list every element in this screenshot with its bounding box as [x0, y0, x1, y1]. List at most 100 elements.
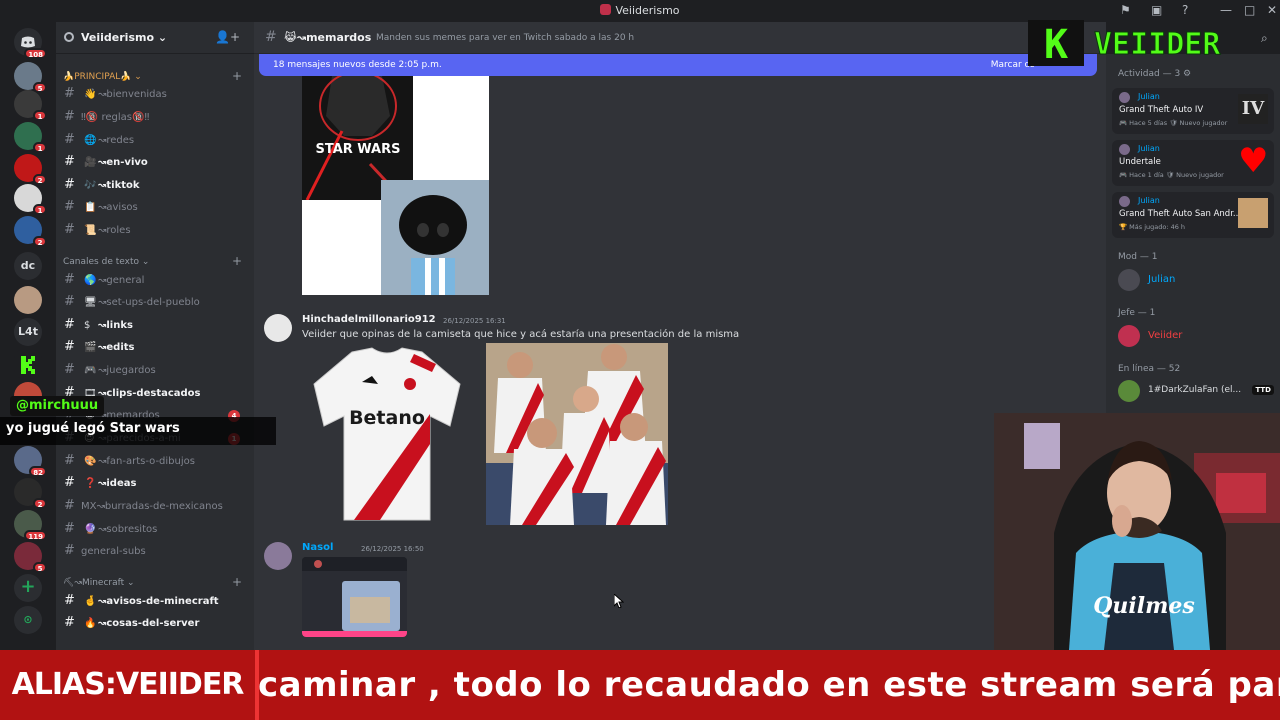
new-messages-banner[interactable]: 18 mensajes nuevos desde 2:05 p.m. Marca… — [259, 54, 1097, 76]
member-item[interactable]: 1#DarkZulaFan (el... TTD — [1118, 380, 1274, 402]
channel-emoji: 📜 — [84, 225, 97, 236]
star-wars-logo: STAR WARS — [315, 142, 400, 157]
hash-icon: # — [64, 615, 75, 630]
maximize-button[interactable]: □ — [1244, 3, 1255, 17]
add-channel-icon[interactable]: + — [232, 254, 242, 268]
chat-username: @mirchuuu — [10, 396, 105, 416]
member-item[interactable]: Julian — [1118, 269, 1274, 291]
hash-icon: # — [64, 86, 75, 101]
gta-iv-icon: IV — [1238, 94, 1268, 124]
explore-icon[interactable]: ⊙ — [14, 606, 42, 634]
server-icon[interactable]: 5 — [14, 542, 47, 573]
kick-server-icon[interactable] — [14, 350, 42, 378]
server-icon[interactable]: 1 — [14, 184, 47, 215]
channel-item[interactable]: # 🔥 ↝cosas-del-server — [62, 614, 246, 634]
kick-name: VEIIDER — [1094, 27, 1221, 62]
activity-card[interactable]: Julian Grand Theft Auto San Andr... 🏆 Má… — [1112, 192, 1274, 238]
category-principal[interactable]: 🍌PRINCIPAL🍌 ⌄ — [63, 72, 142, 82]
search-icon[interactable]: ⌕ — [1261, 31, 1268, 46]
channel-item[interactable]: # 📜 ↝roles — [62, 221, 246, 241]
server-icon[interactable] — [14, 286, 42, 314]
hash-icon: # — [64, 132, 75, 147]
member-name: 1#DarkZulaFan (el... — [1148, 385, 1242, 395]
add-channel-icon[interactable]: + — [232, 69, 242, 83]
channel-item[interactable]: # 🤞 ↝avisos-de-minecraft — [62, 592, 246, 612]
channel-item[interactable]: # 📋 ↝avisos — [62, 198, 246, 218]
channel-item[interactable]: # $ ↝links — [62, 316, 246, 336]
server-icon[interactable]: 82 — [14, 446, 47, 477]
channel-label: ↝set-ups-del-pueblo — [98, 297, 200, 308]
server-icon[interactable]: 119 — [14, 510, 47, 541]
server-dc[interactable]: dc — [14, 252, 42, 280]
channel-item[interactable]: # 🎮 ↝juegardos — [62, 361, 246, 381]
screen-share-icon[interactable]: ▣ — [1151, 3, 1162, 17]
channel-label: ↝tiktok — [98, 180, 140, 191]
member-name: Veiider — [1148, 330, 1183, 341]
message-author[interactable]: Hinchadelmillonario912 — [302, 314, 436, 325]
activity-meta: 🎮 Hace 1 día 🛡 Nuevo jugador — [1119, 171, 1224, 179]
phone-screenshot-image[interactable] — [302, 557, 407, 637]
message-author[interactable]: Nasol — [302, 542, 333, 553]
channel-label: ↝fan-arts-o-dibujos — [98, 456, 195, 467]
server-icon[interactable]: 2 — [14, 216, 47, 247]
server-icon[interactable]: 1 — [14, 90, 47, 121]
channel-item[interactable]: # ‼🔞 reglas🔞‼ — [62, 108, 246, 128]
hash-icon: # — [64, 317, 75, 332]
server-icon[interactable]: 2 — [14, 478, 47, 509]
channel-item[interactable]: # 🔮 ↝sobresitos — [62, 520, 246, 540]
channel-item[interactable]: # general-subs — [62, 542, 246, 562]
member-tag: TTD — [1252, 385, 1274, 395]
server-icon[interactable]: 5 — [14, 62, 47, 93]
server-l4t[interactable]: L4t — [14, 318, 42, 346]
channel-label: MX↝burradas-de-mexicanos — [81, 501, 223, 512]
meme-image[interactable]: STAR WARS — [302, 76, 489, 295]
channel-emoji: 🎨 — [84, 456, 97, 467]
channel-item[interactable]: # 🌎 ↝general — [62, 271, 246, 291]
channel-topic[interactable]: Manden sus memes para ver en Twitch saba… — [376, 33, 634, 43]
close-button[interactable]: ✕ — [1267, 3, 1277, 17]
category-minecraft[interactable]: ⛏↝Minecraft ⌄ — [63, 578, 135, 588]
hash-icon: # — [64, 177, 75, 192]
cam-shirt-text: Quilmes — [1093, 593, 1195, 619]
mouse-cursor-icon — [614, 594, 624, 608]
channel-emoji: 🌎 — [84, 275, 97, 286]
alias-label: ALIAS:VEIIDER — [11, 667, 245, 702]
channel-item[interactable]: # 🎶 ↝tiktok — [62, 176, 246, 196]
channel-item[interactable]: # MX↝burradas-de-mexicanos — [62, 497, 246, 517]
channel-item[interactable]: # 👋 ↝bienvenidas — [62, 85, 246, 105]
channel-item[interactable]: # 🌐 ↝redes — [62, 131, 246, 151]
avatar — [1118, 269, 1140, 291]
user-avatar[interactable] — [264, 314, 292, 342]
member-item[interactable]: Veiider — [1118, 325, 1274, 347]
channel-item[interactable]: # 🎨 ↝fan-arts-o-dibujos — [62, 452, 246, 472]
server-icon[interactable]: 1 — [14, 122, 47, 153]
add-channel-icon[interactable]: + — [232, 575, 242, 589]
channel-item[interactable]: # 🎥 ↝en-vivo — [62, 153, 246, 173]
window-title: Veiiderismo — [0, 4, 1280, 17]
activity-card[interactable]: Julian Undertale 🎮 Hace 1 día 🛡 Nuevo ju… — [1112, 140, 1274, 186]
channel-emoji: 🌐 — [84, 135, 97, 146]
invite-icon[interactable]: 👤+ — [215, 30, 240, 44]
hash-icon: # — [265, 29, 277, 45]
server-icon[interactable]: 2 — [14, 154, 47, 185]
group-title: Mod — 1 — [1118, 252, 1158, 262]
add-server-icon[interactable]: + — [14, 574, 42, 602]
channel-emoji: 🎮 — [84, 365, 97, 376]
channel-item[interactable]: # ❓ ↝ideas — [62, 474, 246, 494]
guild-header[interactable]: Veiiderismo ⌄ 👤+ — [56, 22, 254, 54]
category-texto[interactable]: Canales de texto ⌄ — [63, 257, 149, 267]
minimize-button[interactable]: — — [1220, 3, 1232, 17]
channel-item[interactable]: # 🖥 ↝set-ups-del-pueblo — [62, 293, 246, 313]
channel-item[interactable]: # 🎬 ↝edits — [62, 338, 246, 358]
hash-icon: # — [64, 498, 75, 513]
channel-label: ↝redes — [98, 135, 135, 146]
help-icon[interactable]: ? — [1182, 3, 1188, 17]
home-button[interactable]: 108 — [14, 28, 47, 59]
user-avatar[interactable] — [264, 542, 292, 570]
group-photo-image[interactable] — [486, 343, 668, 525]
jersey-image[interactable]: Betano — [302, 344, 472, 526]
activity-card[interactable]: Julian Grand Theft Auto IV 🎮 Hace 5 días… — [1112, 88, 1274, 134]
inbox-icon[interactable]: ⚑ — [1120, 3, 1131, 17]
activity-user: Julian — [1138, 92, 1160, 101]
activity-game: Grand Theft Auto IV — [1119, 105, 1204, 115]
